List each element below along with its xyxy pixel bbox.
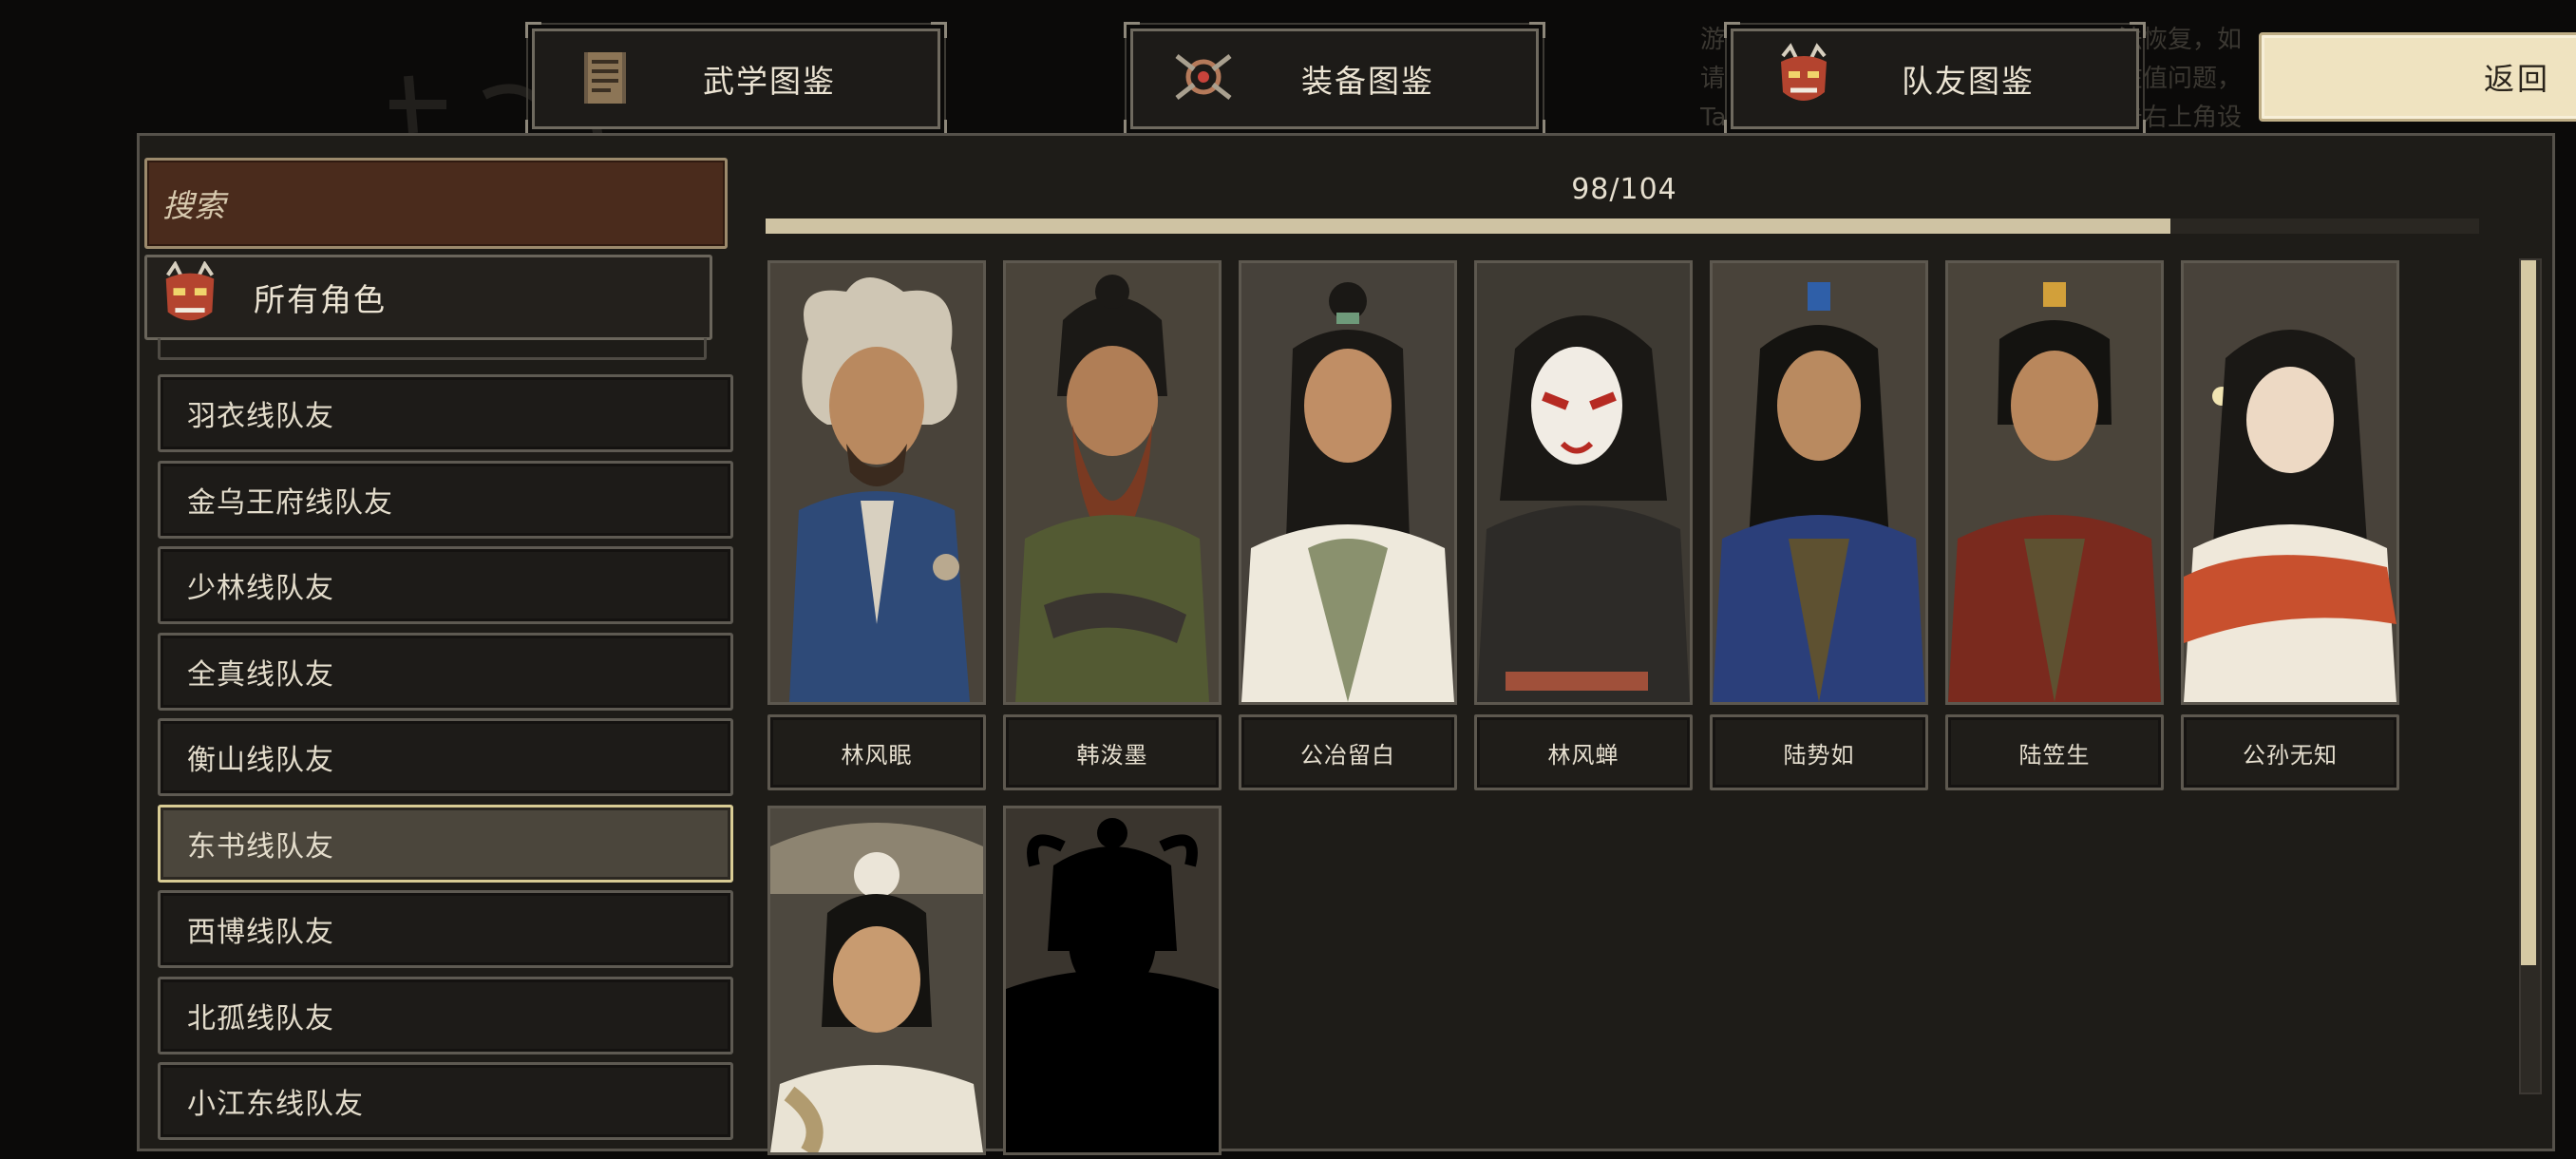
category-label: 羽衣线队友 — [187, 400, 334, 433]
category-button[interactable]: 少林线队友 — [158, 546, 733, 624]
category-button[interactable]: 衡山线队友 — [158, 718, 733, 796]
companion-name[interactable]: 公孙无知 — [2181, 714, 2399, 790]
portrait-card[interactable] — [1945, 260, 2164, 705]
tab-label: 武学图鉴 — [703, 63, 836, 100]
locked-portrait-card[interactable] — [1003, 806, 1222, 1155]
search-input[interactable]: 搜索 — [144, 158, 728, 249]
portrait-image — [770, 808, 983, 1152]
companion-name[interactable]: 陆笠生 — [1945, 714, 2164, 790]
companion-name[interactable]: 陆势如 — [1710, 714, 1928, 790]
category-label: 少林线队友 — [187, 572, 334, 605]
portrait-image — [1477, 263, 1690, 702]
category-button[interactable]: 羽衣线队友 — [158, 374, 733, 452]
all-roles-button[interactable]: 所有角色 — [144, 255, 712, 340]
back-label: 返回 — [2483, 61, 2550, 97]
equipment-icon — [1175, 54, 1232, 100]
category-label: 金乌王府线队友 — [187, 485, 393, 520]
back-button[interactable]: 返回 — [2259, 32, 2576, 122]
portrait-image — [1713, 263, 1925, 702]
portrait-image — [1006, 263, 1219, 702]
portrait-card[interactable] — [1003, 260, 1222, 705]
companion-name[interactable]: 林风眠 — [767, 714, 986, 790]
category-label: 全真线队友 — [187, 657, 334, 692]
companion-name[interactable]: 韩泼墨 — [1003, 714, 1222, 790]
tab-teammates[interactable]: 队友图鉴 — [1724, 22, 2146, 136]
category-button[interactable]: 小江东线队友 — [158, 1062, 733, 1140]
portrait-image — [1948, 263, 2161, 702]
portrait-card[interactable] — [1239, 260, 1457, 705]
manual-book-icon — [584, 52, 626, 104]
collection-counter: 98/104 — [1571, 173, 1677, 206]
companion-name[interactable]: 林风蝉 — [1474, 714, 1693, 790]
tab-label: 队友图鉴 — [1902, 63, 2035, 100]
portrait-card[interactable] — [767, 806, 986, 1155]
search-placeholder: 搜索 — [162, 187, 225, 224]
all-roles-label: 所有角色 — [254, 281, 387, 318]
category-button[interactable]: 东书线队友 — [158, 804, 733, 883]
portrait-image — [770, 263, 983, 702]
category-button[interactable]: 北孤线队友 — [158, 976, 733, 1054]
list-divider — [158, 338, 707, 360]
category-label: 衡山线队友 — [187, 744, 334, 777]
category-button[interactable]: 西博线队友 — [158, 890, 733, 968]
category-label: 西博线队友 — [187, 916, 334, 949]
category-button[interactable]: 全真线队友 — [158, 632, 733, 711]
demon-mask-icon — [165, 261, 215, 321]
portrait-card[interactable] — [2181, 260, 2399, 705]
collection-progress-fill — [766, 218, 2170, 234]
portrait-image — [1241, 263, 1454, 702]
companion-name[interactable]: 公冶留白 — [1239, 714, 1457, 790]
teammate-demon-mask-icon — [1781, 43, 1827, 101]
category-button[interactable]: 金乌王府线队友 — [158, 460, 733, 539]
category-label: 小江东线队友 — [187, 1088, 364, 1121]
locked-silhouette — [1006, 808, 1219, 1152]
category-label: 北孤线队友 — [187, 1001, 334, 1036]
portrait-card[interactable] — [767, 260, 986, 705]
portrait-card[interactable] — [1710, 260, 1928, 705]
tab-label: 装备图鉴 — [1301, 63, 1434, 100]
tab-equipment[interactable]: 装备图鉴 — [1124, 22, 1545, 136]
portrait-image — [2184, 263, 2396, 702]
tab-martial-arts[interactable]: 武学图鉴 — [525, 22, 947, 136]
category-label: 东书线队友 — [187, 829, 334, 864]
portrait-card[interactable] — [1474, 260, 1693, 705]
scrollbar-thumb[interactable] — [2521, 260, 2536, 965]
